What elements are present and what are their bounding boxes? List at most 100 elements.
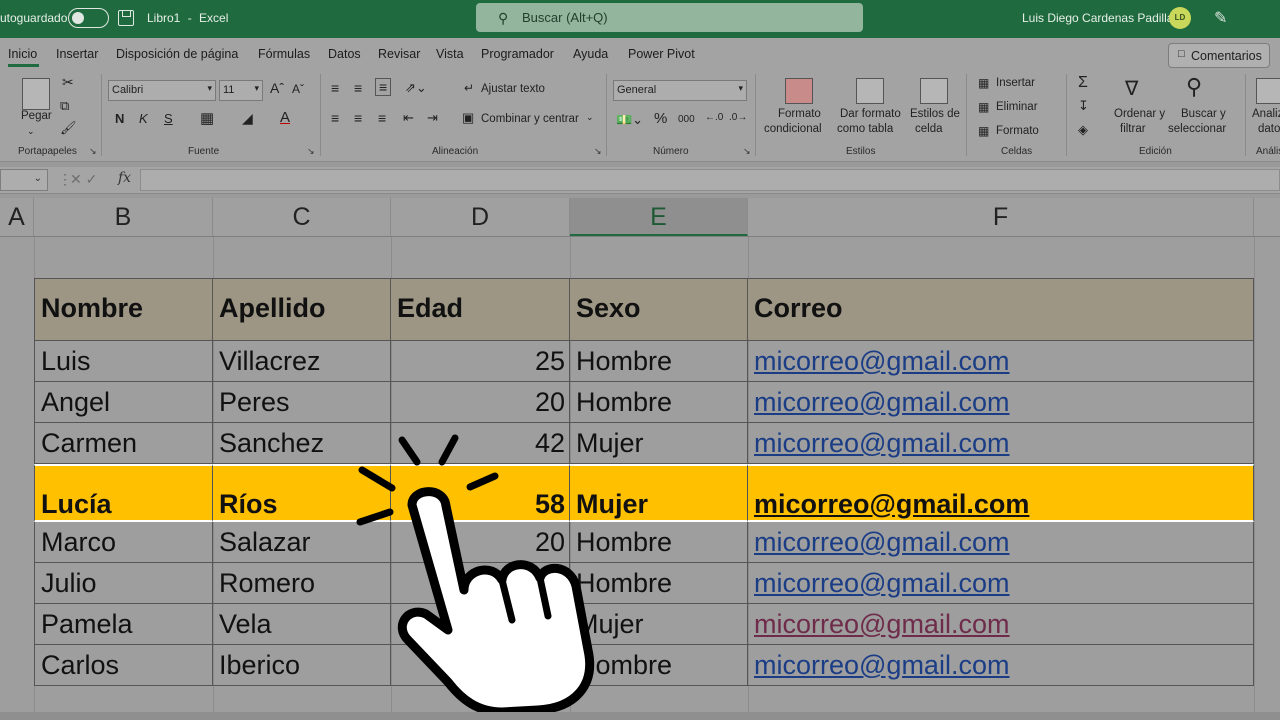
tab-inicio[interactable]: Inicio <box>8 47 37 61</box>
pen-icon[interactable]: ✎ <box>1214 8 1227 28</box>
orientation-icon[interactable]: ⇗⌄ <box>405 80 427 96</box>
cell-correo[interactable]: micorreo@gmail.com <box>748 604 1254 645</box>
paste-dropdown-icon[interactable]: ⌄ <box>27 126 35 137</box>
autosave-toggle[interactable] <box>68 8 109 28</box>
cell-styles-label-1[interactable]: Estilos de <box>910 108 960 120</box>
tab-insertar[interactable]: Insertar <box>56 47 98 61</box>
format-painter-icon[interactable]: 🖌 <box>60 120 77 136</box>
number-format-select[interactable]: General ▾ <box>613 80 747 101</box>
email-link[interactable]: micorreo@gmail.com <box>754 387 1009 417</box>
paste-label[interactable]: Pegar <box>21 110 52 122</box>
delete-cells-button[interactable]: Eliminar <box>996 101 1038 113</box>
increase-decimal-icon[interactable]: ←.0 <box>705 112 723 123</box>
format-as-table-label-2[interactable]: como tabla <box>837 123 893 135</box>
conditional-format-icon[interactable] <box>785 78 813 104</box>
cell-apellido[interactable]: Peres <box>213 382 391 423</box>
header-cell-apellido[interactable]: Apellido <box>213 278 391 341</box>
email-link[interactable]: micorreo@gmail.com <box>754 346 1009 376</box>
tab-power-pivot[interactable]: Power Pivot <box>628 47 695 61</box>
copy-icon[interactable]: ⧉ <box>60 98 69 114</box>
cell-nombre[interactable]: Pamela <box>34 604 213 645</box>
analyze-data-label-2[interactable]: dato <box>1258 123 1280 135</box>
font-name-select[interactable]: Calibri ▾ <box>108 80 216 101</box>
clear-icon[interactable]: ◈ <box>1078 122 1088 138</box>
cell-correo[interactable]: micorreo@gmail.com <box>748 423 1254 464</box>
column-header-c[interactable]: C <box>213 198 391 236</box>
cell-correo[interactable]: micorreo@gmail.com <box>748 341 1254 382</box>
align-bottom-icon[interactable]: ≡ <box>375 78 392 96</box>
cell-nombre[interactable]: Carlos <box>34 645 213 686</box>
avatar[interactable]: LD <box>1169 7 1191 29</box>
cancel-confirm-icons[interactable]: ✕ ✓ <box>70 171 97 188</box>
cell-correo[interactable]: micorreo@gmail.com <box>748 645 1254 686</box>
find-select-label-2[interactable]: seleccionar <box>1168 123 1226 135</box>
cell-nombre[interactable]: Luis <box>34 341 213 382</box>
column-header-b[interactable]: B <box>34 198 213 236</box>
font-launcher-icon[interactable]: ↘ <box>307 146 315 157</box>
wrap-text-button[interactable]: Ajustar texto <box>481 83 545 95</box>
thousands-button[interactable]: 000 <box>678 114 695 125</box>
sort-filter-icon[interactable]: ∇ <box>1125 76 1138 101</box>
cell-edad[interactable]: 20 <box>391 382 570 423</box>
cell-nombre[interactable]: Carmen <box>34 423 213 464</box>
cell-sexo[interactable]: Hombre <box>570 341 748 382</box>
format-as-table-icon[interactable] <box>856 78 884 104</box>
tab-disposicion[interactable]: Disposición de página <box>116 47 238 61</box>
increase-font-icon[interactable]: Aˆ <box>270 80 284 96</box>
email-link[interactable]: micorreo@gmail.com <box>754 428 1009 458</box>
insert-cells-icon[interactable]: ▦ <box>978 76 989 90</box>
column-header-a[interactable]: A <box>0 198 34 236</box>
header-cell-correo[interactable]: Correo <box>748 278 1254 341</box>
find-select-label-1[interactable]: Buscar y <box>1181 108 1226 120</box>
comments-button[interactable]: □ Comentarios <box>1168 43 1270 68</box>
decrease-indent-icon[interactable]: ⇤ <box>403 110 414 126</box>
cell-correo[interactable]: micorreo@gmail.com <box>748 522 1254 563</box>
fill-color-icon[interactable]: ◢ <box>242 110 253 127</box>
cut-icon[interactable]: ✂ <box>62 74 74 91</box>
email-link[interactable]: micorreo@gmail.com <box>754 609 1009 639</box>
decrease-font-icon[interactable]: Aˇ <box>292 82 304 96</box>
column-header-f[interactable]: F <box>748 198 1254 236</box>
decrease-decimal-icon[interactable]: .0→ <box>729 112 747 123</box>
search-input[interactable]: ⚲ Buscar (Alt+Q) <box>476 3 863 32</box>
find-select-icon[interactable]: ⚲ <box>1186 74 1202 100</box>
number-launcher-icon[interactable]: ↘ <box>743 146 751 157</box>
formula-input[interactable] <box>140 169 1280 191</box>
conditional-format-label-1[interactable]: Formato <box>778 108 821 120</box>
clipboard-launcher-icon[interactable]: ↘ <box>89 146 97 157</box>
cell-styles-label-2[interactable]: celda <box>915 123 943 135</box>
user-name[interactable]: Luis Diego Cardenas Padilla <box>1022 11 1173 25</box>
align-right-icon[interactable]: ≡ <box>378 110 386 126</box>
font-size-select[interactable]: 11 ▾ <box>219 80 263 101</box>
cell-nombre[interactable]: Julio <box>34 563 213 604</box>
highlighted-table-row[interactable]: Lucía Ríos 58 Mujer micorreo@gmail.com <box>34 464 1254 522</box>
cell-nombre[interactable]: Angel <box>34 382 213 423</box>
tab-revisar[interactable]: Revisar <box>378 47 420 61</box>
email-link[interactable]: micorreo@gmail.com <box>754 650 1009 680</box>
email-link[interactable]: micorreo@gmail.com <box>754 489 1029 519</box>
save-icon[interactable] <box>118 10 134 26</box>
email-link[interactable]: micorreo@gmail.com <box>754 527 1009 557</box>
fill-icon[interactable]: ↧ <box>1078 98 1089 114</box>
worksheet[interactable]: Nombre Apellido Edad Sexo Correo Luis Vi… <box>0 237 1280 720</box>
merge-center-button[interactable]: Combinar y centrar <box>481 113 579 125</box>
underline-button[interactable]: S <box>164 111 173 126</box>
tab-vista[interactable]: Vista <box>436 47 464 61</box>
format-cells-icon[interactable]: ▦ <box>978 124 989 138</box>
delete-cells-icon[interactable]: ▦ <box>978 100 989 114</box>
borders-icon[interactable]: ▦ <box>200 109 214 127</box>
wrap-text-icon[interactable]: ↵ <box>464 81 474 95</box>
cell-correo[interactable]: micorreo@gmail.com <box>748 563 1254 604</box>
align-middle-icon[interactable]: ≡ <box>354 80 362 96</box>
cell-styles-icon[interactable] <box>920 78 948 104</box>
header-cell-nombre[interactable]: Nombre <box>34 278 213 341</box>
align-center-icon[interactable]: ≡ <box>354 110 362 126</box>
email-link[interactable]: micorreo@gmail.com <box>754 568 1009 598</box>
conditional-format-label-2[interactable]: condicional <box>764 123 822 135</box>
cell-correo[interactable]: micorreo@gmail.com <box>748 464 1254 522</box>
italic-button[interactable]: K <box>139 111 148 126</box>
cell-sexo[interactable]: Hombre <box>570 382 748 423</box>
cell-nombre[interactable]: Lucía <box>34 464 213 522</box>
alignment-launcher-icon[interactable]: ↘ <box>594 146 602 157</box>
align-top-icon[interactable]: ≡ <box>331 80 339 96</box>
